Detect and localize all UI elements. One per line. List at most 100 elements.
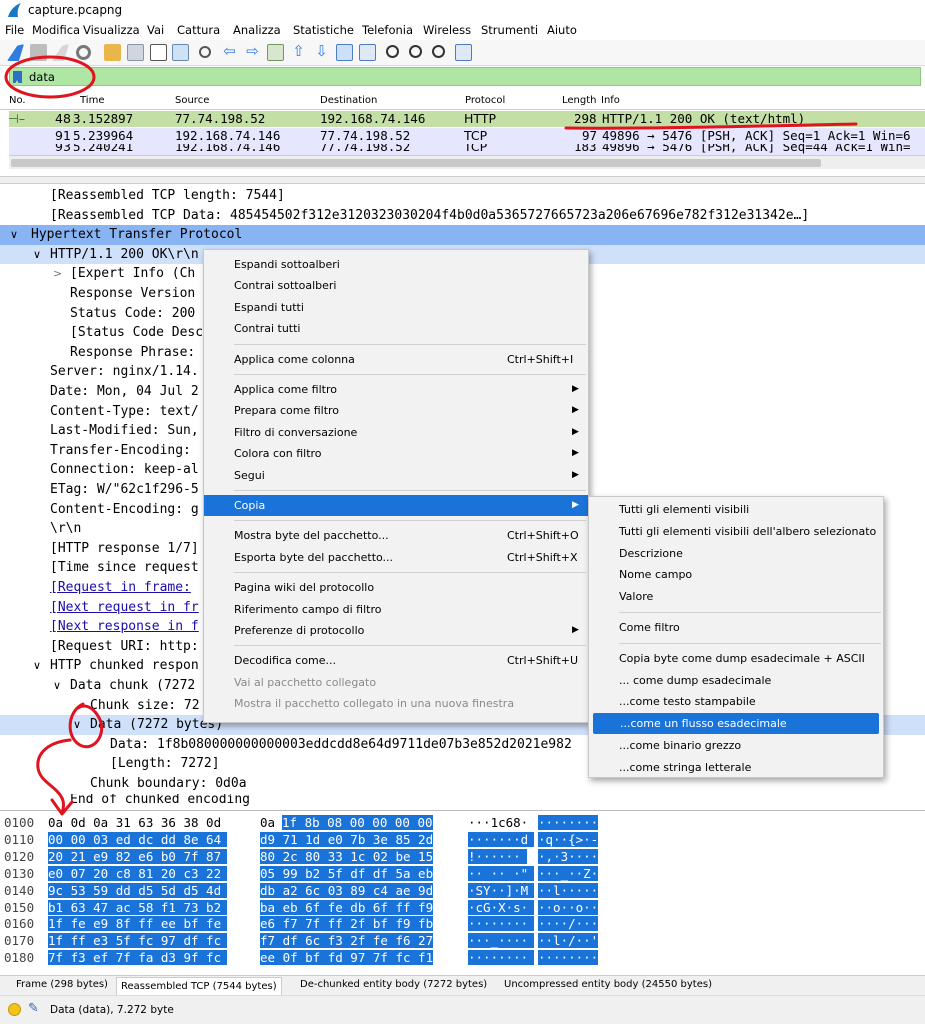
packet-list-scrollbar[interactable] [9, 155, 925, 169]
bytes-row[interactable]: 0170 1f ff e3 5f fc 97 df fc f7 df 6c f3 2… [0, 933, 925, 950]
submenu-item-come-filtro[interactable]: Come filtro [589, 617, 883, 638]
go-forward-icon[interactable]: ⇨ [244, 44, 261, 61]
edit-comment-icon[interactable]: ✎ [28, 1001, 39, 1016]
menu-item-mostra-byte-del-pacchetto[interactable]: Mostra byte del pacchetto... Ctrl+Shift+O [204, 525, 588, 546]
col-info[interactable]: Info [601, 95, 620, 106]
col-source[interactable]: Source [175, 95, 209, 106]
menu-strumenti[interactable]: Strumenti [481, 23, 538, 37]
bytes-ascii-left[interactable]: ·SY··]·M [468, 882, 535, 898]
tree-item[interactable]: [Reassembled TCP length: 7544] [0, 186, 925, 206]
menu-item-contrai-sottoalberi[interactable]: Contrai sottoalberi [204, 275, 588, 296]
submenu-item-tutti-gli-elementi-visibili-dell-albero-selezionato[interactable]: Tutti gli elementi visibili dell'albero … [589, 521, 883, 542]
open-file-icon[interactable] [104, 44, 121, 61]
bytes-ascii-right[interactable]: ····/··· [538, 916, 599, 932]
capture-options-icon[interactable] [76, 45, 91, 60]
zoom-normal-icon[interactable] [432, 45, 445, 58]
bytes-ascii-right[interactable]: ········ [538, 815, 599, 830]
collapse-arrow-icon[interactable]: ∨ [10, 225, 18, 244]
bytes-hex-left[interactable]: 1f fe e9 8f ff ee bf fe [48, 916, 228, 932]
zoom-in-icon[interactable] [386, 45, 399, 58]
tree-item-link-label[interactable]: [Request in frame: [50, 578, 191, 597]
tree-item-link-label[interactable]: [Next request in fr [50, 598, 199, 617]
collapse-arrow-icon[interactable]: ∨ [33, 245, 41, 264]
auto-scroll-icon[interactable] [336, 44, 353, 61]
menu-item-prepara-come-filtro[interactable]: Prepara come filtro ▶ [204, 400, 588, 421]
colorize-icon[interactable] [359, 44, 376, 61]
bytes-ascii-right[interactable]: ··o··o·· [538, 899, 599, 915]
display-filter-input[interactable]: data [29, 70, 55, 84]
bytes-hex-right[interactable]: ee 0f bf fd 97 7f fc f1 [260, 950, 434, 966]
resize-columns-icon[interactable] [455, 44, 472, 61]
bytes-hex-right[interactable]: 80 2c 80 33 1c 02 be 15 [260, 848, 434, 864]
bytes-ascii-left[interactable]: ·cG·X·s· [468, 899, 535, 915]
bytes-hex-right[interactable]: f7 df 6c f3 2f fe f6 27 [260, 933, 434, 949]
menu-item-decodifica-come[interactable]: Decodifica come... Ctrl+Shift+U [204, 650, 588, 671]
bytes-ascii-left[interactable]: ·· ·· ·" [468, 865, 535, 881]
bytes-ascii-left[interactable]: ···_···· [468, 933, 535, 949]
menu-modifica[interactable]: Modifica [32, 23, 80, 37]
menu-item-espandi-sottoalberi[interactable]: Espandi sottoalberi [204, 254, 588, 275]
go-to-packet-icon[interactable] [267, 44, 284, 61]
tab-frame[interactable]: Frame (298 bytes) [12, 979, 112, 990]
submenu-item-come-testo-stampabile[interactable]: ...come testo stampabile [589, 691, 883, 712]
last-packet-icon[interactable]: ⇩ [313, 44, 330, 61]
tab-uncompressed-body[interactable]: Uncompressed entity body (24550 bytes) [500, 979, 716, 990]
scrollbar-thumb[interactable] [11, 159, 821, 167]
bytes-hex-left[interactable]: 00 00 03 ed dc dd 8e 64 [48, 831, 228, 847]
bytes-hex-left[interactable]: e0 07 20 c8 81 20 c3 22 [48, 865, 228, 881]
bytes-ascii-left[interactable]: ········ [468, 916, 535, 932]
bytes-hex-left[interactable]: 7f f3 ef 7f fa d3 9f fc [48, 950, 228, 966]
bytes-row[interactable]: 0140 9c 53 59 dd d5 5d d5 4d db a2 6c 03 8… [0, 882, 925, 900]
bytes-hex-left[interactable]: 9c 53 59 dd d5 5d d5 4d [48, 882, 228, 898]
bytes-hex-left[interactable]: b1 63 47 ac 58 f1 73 b2 [48, 899, 228, 915]
menu-vai[interactable]: Vai [147, 23, 164, 37]
packet-row[interactable]: 93 5.240241 192.168.74.146 77.74.198.52 … [9, 144, 925, 155]
menu-item-contrai-tutti[interactable]: Contrai tutti [204, 318, 588, 339]
menu-item-pagina-wiki-del-protocollo[interactable]: Pagina wiki del protocollo [204, 577, 588, 598]
go-back-icon[interactable]: ⇦ [221, 44, 238, 61]
col-protocol[interactable]: Protocol [465, 95, 505, 106]
bytes-row[interactable]: 0100 0a 0a 0d 0a 31 63 36 38 0d 1f 8b 08 0… [0, 815, 925, 832]
close-file-icon[interactable] [150, 44, 167, 61]
tree-item[interactable]: [Reassembled TCP Data: 485454502f312e312… [0, 206, 925, 226]
menu-item-espandi-tutti[interactable]: Espandi tutti [204, 297, 588, 318]
bytes-ascii-left[interactable]: ········ [468, 950, 535, 966]
menu-item-colora-con-filtro[interactable]: Colora con filtro ▶ [204, 443, 588, 464]
collapse-arrow-icon[interactable]: ∨ [33, 656, 41, 675]
submenu-item-valore[interactable]: Valore [589, 586, 883, 607]
submenu-item-come-un-flusso-esadecimale[interactable]: ...come un flusso esadecimale [593, 713, 879, 735]
menu-item-filtro-di-conversazione[interactable]: Filtro di conversazione ▶ [204, 422, 588, 443]
submenu-item-descrizione[interactable]: Descrizione [589, 543, 883, 564]
bytes-hex-right[interactable]: d9 71 1d e0 7b 3e 85 2d [260, 831, 434, 847]
bytes-hex-unselected[interactable]: 0a [260, 815, 275, 830]
submenu-item-come-dump-esadecimale[interactable]: ... come dump esadecimale [589, 670, 883, 691]
col-length[interactable]: Length [562, 95, 597, 106]
bytes-ascii-right[interactable]: ·,·3···· [538, 848, 599, 864]
bytes-row[interactable]: 0160 1f fe e9 8f ff ee bf fe e6 f7 7f ff 2… [0, 916, 925, 933]
submenu-item-nome-campo[interactable]: Nome campo [589, 564, 883, 585]
bytes-row[interactable]: 0180 7f f3 ef 7f fa d3 9f fc ee 0f bf fd 9… [0, 950, 925, 967]
col-destination[interactable]: Destination [320, 95, 377, 106]
tree-item-link-label[interactable]: [Next response in f [50, 617, 199, 636]
bytes-hex-left[interactable]: 1f ff e3 5f fc 97 df fc [48, 933, 228, 949]
submenu-item-come-binario-grezzo[interactable]: ...come binario grezzo [589, 735, 883, 756]
menu-analizza[interactable]: Analizza [233, 23, 281, 37]
menu-item-preferenze-di-protocollo[interactable]: Preferenze di protocollo ▶ [204, 620, 588, 641]
menu-file[interactable]: File [5, 23, 24, 37]
tree-item[interactable]: End of chunked encoding [0, 794, 925, 808]
menu-item-applica-come-colonna[interactable]: Applica come colonna Ctrl+Shift+I [204, 349, 588, 370]
bytes-hex-right[interactable]: 1f 8b 08 00 00 00 00 [282, 815, 433, 830]
bytes-ascii-left[interactable]: !······ [468, 848, 527, 864]
zoom-out-icon[interactable] [409, 45, 422, 58]
menu-cattura[interactable]: Cattura [177, 23, 220, 37]
pane-splitter[interactable] [0, 176, 925, 184]
menu-item-applica-come-filtro[interactable]: Applica come filtro ▶ [204, 379, 588, 400]
tab-reassembled-tcp[interactable]: Reassembled TCP (7544 bytes) [116, 977, 282, 996]
tab-dechunked-body[interactable]: De-chunked entity body (7272 bytes) [296, 979, 491, 990]
bytes-ascii-left[interactable]: ·······d [468, 831, 535, 847]
first-packet-icon[interactable]: ⇧ [290, 44, 307, 61]
submenu-item-come-stringa-letterale[interactable]: ...come stringa letterale [589, 757, 883, 778]
bytes-row[interactable]: 0110 00 00 03 ed dc dd 8e 64 d9 71 1d e0 7… [0, 831, 925, 849]
expand-arrow-icon[interactable]: > [53, 264, 62, 283]
menu-telefonia[interactable]: Telefonia [362, 23, 413, 37]
